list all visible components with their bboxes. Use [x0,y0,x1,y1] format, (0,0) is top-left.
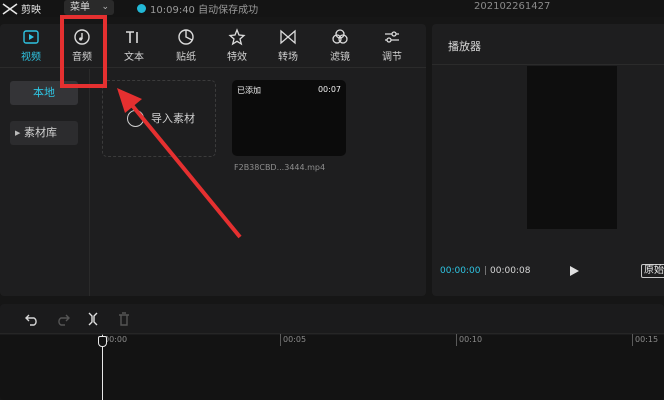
delete-icon[interactable] [116,311,132,327]
project-name: 202102261427 [474,1,551,12]
timeline-panel: 00:00 00:05 00:10 00:15 [0,304,664,400]
tab-effects[interactable]: 特效 [215,26,259,66]
ruler-tick [456,334,457,346]
sidebar-item-library-label: 素材库 [24,126,57,139]
app-logo: 剪映 [2,1,41,16]
aspect-ratio-button[interactable]: 原始 [641,264,664,278]
video-icon [9,28,53,48]
transition-icon [266,28,310,48]
media-sidebar: 本地 ▶ 素材库 [0,69,90,296]
sticker-icon [164,28,208,48]
playhead-handle[interactable] [98,336,107,347]
player-panel: 播放器 00:00:00 | 00:00:08 原始 [432,24,664,296]
sidebar-item-library[interactable]: ▶ 素材库 [10,121,78,145]
ruler-label-1: 00:05 [283,335,307,344]
play-icon[interactable] [568,265,580,277]
tab-text-label: 文本 [124,52,144,63]
import-icon [127,110,144,127]
clip-added-badge: 已添加 [237,86,261,95]
menu-button[interactable]: 菜单 ⌄ [64,0,114,15]
menu-button-label: 菜单 [70,2,90,13]
tab-text[interactable]: 文本 [112,26,156,66]
media-clip-thumbnail[interactable]: 已添加 00:07 [232,80,346,156]
player-time-separator: | [484,266,488,276]
autosave-check-icon [137,4,146,13]
clip-filename: F2B38CBD...3444.mp4 [234,163,326,172]
tab-filter[interactable]: 滤镜 [318,26,362,66]
ruler-tick [280,334,281,346]
tab-effects-label: 特效 [227,52,247,63]
tab-sticker-label: 贴纸 [176,52,196,63]
redo-icon[interactable] [55,311,71,327]
timeline-toolbar [0,304,664,334]
tab-filter-label: 滤镜 [330,52,350,63]
player-total-time: 00:00:08 [490,266,531,276]
expand-arrow-icon: ▶ [15,129,21,137]
ruler-tick [632,334,633,346]
tab-transition-label: 转场 [278,52,298,63]
ruler-label-2: 00:10 [459,335,483,344]
adjust-icon [370,28,414,48]
tab-video-label: 视频 [21,52,41,63]
ruler-label-0: 00:00 [104,335,128,344]
app-name: 剪映 [21,5,41,16]
import-media-button[interactable]: 导入素材 [102,80,216,157]
clip-duration: 00:07 [317,85,341,94]
player-preview[interactable] [527,66,617,229]
player-current-time: 00:00:00 [440,266,481,276]
player-title: 播放器 [448,40,481,53]
app-logo-icon [2,2,18,15]
tab-video[interactable]: 视频 [9,26,53,66]
tab-transition[interactable]: 转场 [266,26,310,66]
tab-adjust[interactable]: 调节 [370,26,414,66]
ruler-label-3: 00:15 [635,335,659,344]
effects-icon [215,28,259,48]
tab-adjust-label: 调节 [382,52,402,63]
player-divider [432,64,664,65]
chevron-down-icon: ⌄ [101,2,109,12]
undo-icon[interactable] [24,311,40,327]
text-icon [112,28,156,48]
filter-icon [318,28,362,48]
split-icon[interactable] [85,311,101,327]
tab-sticker[interactable]: 贴纸 [164,26,208,66]
import-media-label: 导入素材 [151,112,195,125]
autosave-status: 10:09:40 自动保存成功 [137,1,258,16]
annotation-highlight-box [60,15,107,88]
autosave-text: 10:09:40 自动保存成功 [150,5,259,16]
